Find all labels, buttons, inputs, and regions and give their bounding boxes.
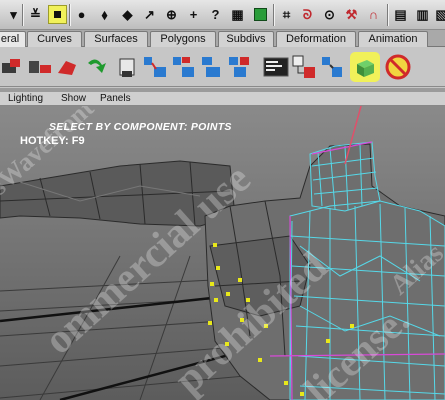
tab-deformation[interactable]: Deformation (276, 31, 356, 47)
ipr-render-icon[interactable]: ▥ (413, 5, 432, 24)
parm-points-mask-icon[interactable]: ⬧ (95, 5, 114, 24)
no-select-icon[interactable] (384, 53, 412, 81)
viewport-scene: sWavefront ommercial use prohibited lice… (0, 106, 445, 400)
tab-general[interactable]: eral (0, 31, 26, 47)
separator (387, 4, 389, 26)
handle-mask-icon[interactable]: ? (206, 5, 225, 24)
shelf-tool-icon[interactable] (142, 53, 170, 81)
pivot-mask-icon[interactable]: + (184, 5, 203, 24)
tab-subdivs[interactable]: Subdivs (218, 31, 274, 47)
tab-curves[interactable]: Curves (27, 31, 82, 47)
shelf-tool-icon[interactable] (170, 53, 198, 81)
tab-polygons[interactable]: Polygons (150, 31, 216, 47)
lines-mask-icon[interactable]: ◆ (118, 5, 137, 24)
panel-menu-bar: Lighting Show Panels (0, 92, 445, 106)
viewport-caption: SELECT BY COMPONENT: POINTS (49, 121, 232, 133)
outliner-icon[interactable] (318, 53, 346, 81)
separator (69, 4, 71, 26)
shelf-tool-icon[interactable] (198, 53, 226, 81)
shelf-tab-bar: eral Curves Surfaces Polygons Subdivs De… (0, 30, 445, 47)
shelf (0, 47, 445, 87)
lock-selection-icon[interactable] (251, 5, 270, 24)
separator (273, 4, 275, 26)
hull-mask-icon[interactable]: ⊕ (162, 5, 181, 24)
menu-show[interactable]: Show (61, 93, 86, 104)
snap-to-grid-icon[interactable]: ⌗ (277, 5, 296, 24)
snap-to-curve-icon[interactable]: ᘐ (298, 5, 317, 24)
maya-window: ▾ ≚ ● ⬧ ◆ ↗ ⊕ + ? ▦ ⌗ ᘐ ⊙ ⚒ ∩ ▤ ▥ ▧ eral… (0, 0, 445, 400)
history-icon[interactable]: ∩ (364, 5, 383, 24)
menu-down-arrow-icon[interactable]: ▾ (4, 5, 23, 24)
shelf-tool-icon[interactable] (226, 53, 254, 81)
points-mask-icon[interactable]: ● (72, 5, 91, 24)
script-editor-icon[interactable] (262, 53, 290, 81)
shelf-tool-icon[interactable] (82, 53, 110, 81)
tab-animation[interactable]: Animation (358, 31, 428, 47)
shelf-tool-icon[interactable] (26, 53, 54, 81)
hotkey-caption: HOTKEY: F9 (20, 135, 85, 147)
select-by-component-icon[interactable] (48, 5, 67, 24)
shelf-tool-icon[interactable] (0, 53, 28, 81)
shelf-tool-icon[interactable] (54, 53, 82, 81)
render-globals-icon[interactable]: ▧ (432, 5, 445, 24)
separator (22, 4, 24, 26)
face-mask-icon[interactable]: ▦ (228, 5, 247, 24)
select-by-hierarchy-icon[interactable]: ≚ (26, 5, 45, 24)
snap-to-view-plane-icon[interactable]: ⚒ (342, 5, 361, 24)
render-icon[interactable]: ▤ (391, 5, 410, 24)
menu-panels[interactable]: Panels (100, 93, 131, 104)
status-line: ▾ ≚ ● ⬧ ◆ ↗ ⊕ + ? ▦ ⌗ ᘐ ⊙ ⚒ ∩ ▤ ▥ ▧ (0, 0, 445, 30)
perspective-viewport[interactable]: sWavefront ommercial use prohibited lice… (0, 106, 445, 400)
select-component-shelf-icon[interactable] (350, 52, 380, 82)
curve-mask-icon[interactable]: ↗ (140, 5, 159, 24)
tab-surfaces[interactable]: Surfaces (84, 31, 148, 47)
snap-to-point-icon[interactable]: ⊙ (320, 5, 339, 24)
shelf-tool-icon[interactable] (114, 53, 142, 81)
menu-lighting[interactable]: Lighting (8, 93, 43, 104)
hypergraph-icon[interactable] (290, 53, 318, 81)
